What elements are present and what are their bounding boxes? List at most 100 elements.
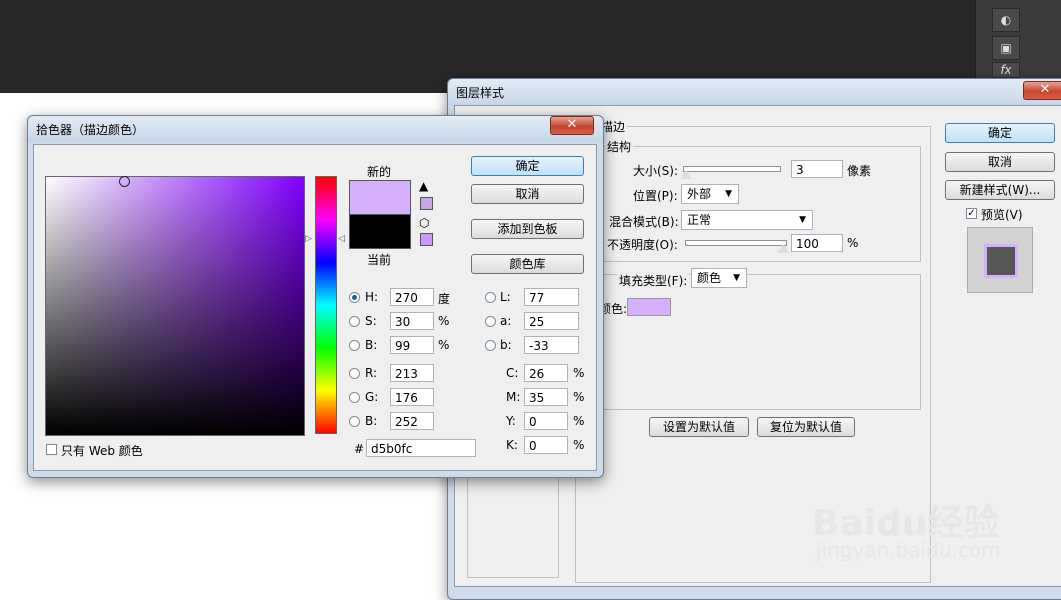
hex-label: # (354, 442, 365, 456)
fill-type-group (585, 274, 921, 410)
g-label: G: (365, 390, 379, 404)
preview-thumbnail (967, 227, 1033, 293)
h-radio[interactable] (349, 292, 360, 303)
s-label: S: (365, 314, 377, 328)
h-label: H: (365, 290, 379, 304)
hex-input[interactable]: d5b0fc (366, 439, 476, 457)
saturation-brightness-field[interactable] (45, 176, 305, 436)
lab-b-radio[interactable] (485, 340, 496, 351)
m-unit: % (573, 390, 585, 404)
fx-icon[interactable]: fx (992, 62, 1020, 78)
a-radio[interactable] (485, 316, 496, 327)
c-input[interactable]: 26 (524, 364, 568, 382)
color-picker-close-button[interactable]: ✕ (550, 116, 594, 135)
new-color-label: 新的 (367, 165, 392, 179)
lab-b-input[interactable]: -33 (524, 336, 579, 354)
new-color-swatch (349, 180, 411, 215)
h-input[interactable]: 270 (390, 288, 434, 306)
brightness-input[interactable]: 99 (390, 336, 434, 354)
c-unit: % (573, 366, 585, 380)
blue-radio[interactable] (349, 416, 360, 427)
blend-mode-select[interactable]: 正常 ▼ (681, 210, 813, 230)
s-unit: % (438, 314, 450, 328)
layer-style-ok-button[interactable]: 确定 (945, 123, 1055, 143)
size-unit: 像素 (847, 164, 872, 178)
picker-ok-button[interactable]: 确定 (471, 156, 584, 176)
r-label: R: (365, 366, 378, 380)
fill-type-select[interactable]: 颜色 ▼ (691, 268, 747, 288)
r-input[interactable]: 213 (390, 364, 434, 382)
chevron-down-icon: ▼ (799, 215, 806, 225)
y-input[interactable]: 0 (524, 412, 568, 430)
preview-label: 预览(V) (981, 208, 1023, 222)
baidu-watermark-url: jingyan.baidu.com (816, 538, 1001, 562)
s-radio[interactable] (349, 316, 360, 327)
position-select[interactable]: 外部 ▼ (681, 184, 739, 204)
color-picker-title: 拾色器（描边颜色） (36, 123, 145, 137)
lab-b-label: b: (500, 338, 512, 352)
position-value: 外部 (687, 187, 712, 201)
color-libraries-button[interactable]: 颜色库 (471, 254, 584, 274)
blue-input[interactable]: 252 (390, 412, 434, 430)
opacity-unit: % (847, 236, 859, 250)
adjustment-icon[interactable]: ◐ (992, 8, 1020, 32)
web-safe-swatch[interactable] (420, 233, 433, 246)
chevron-down-icon: ▼ (733, 273, 740, 283)
r-radio[interactable] (349, 368, 360, 379)
blend-mode-value: 正常 (687, 213, 712, 227)
s-input[interactable]: 30 (390, 312, 434, 330)
layer-style-close-button[interactable]: ✕ (1023, 81, 1061, 100)
g-radio[interactable] (349, 392, 360, 403)
gamut-swatch[interactable] (420, 197, 433, 210)
size-input[interactable]: 3 (791, 160, 843, 178)
preview-checkbox[interactable]: ✓ (966, 208, 977, 219)
layer-style-cancel-button[interactable]: 取消 (945, 152, 1055, 172)
brightness-unit: % (438, 338, 450, 352)
new-style-button[interactable]: 新建样式(W)... (945, 180, 1055, 200)
c-label: C: (506, 366, 519, 380)
current-color-label: 当前 (367, 253, 392, 267)
k-input[interactable]: 0 (524, 436, 568, 454)
web-cube-icon[interactable]: ⬡ (419, 216, 429, 230)
size-slider-thumb[interactable] (680, 170, 692, 179)
m-input[interactable]: 35 (524, 388, 568, 406)
web-only-checkbox[interactable] (46, 444, 57, 455)
stroke-color-swatch[interactable] (627, 298, 671, 316)
g-input[interactable]: 176 (390, 388, 434, 406)
brightness-label: B: (365, 338, 378, 352)
fill-type-value: 颜色 (697, 271, 722, 285)
picker-cancel-button[interactable]: 取消 (471, 184, 584, 204)
a-input[interactable]: 25 (524, 312, 579, 330)
brightness-radio[interactable] (349, 340, 360, 351)
blue-label: B: (365, 414, 378, 428)
h-unit: 度 (438, 292, 451, 306)
y-unit: % (573, 414, 585, 428)
color-picker-body: ▷ ◁ 新的 当前 ▲ ⬡ 确定 取消 添加到色板 颜色库 H: 270 度 S… (33, 144, 597, 471)
l-label: L: (500, 290, 511, 304)
l-radio[interactable] (485, 292, 496, 303)
position-label: 位置(P): (633, 189, 678, 203)
opacity-slider[interactable] (685, 240, 787, 246)
hue-slider-left-arrow-icon[interactable]: ▷ (305, 234, 312, 244)
set-default-button[interactable]: 设置为默认值 (649, 417, 749, 437)
l-input[interactable]: 77 (524, 288, 579, 306)
hue-slider-right-arrow-icon[interactable]: ◁ (338, 234, 345, 244)
k-label: K: (506, 438, 518, 452)
gamut-warning-icon[interactable]: ▲ (419, 179, 428, 193)
hue-slider[interactable] (315, 176, 337, 434)
mask-icon[interactable]: ▣ (992, 36, 1020, 60)
y-label: Y: (506, 414, 516, 428)
structure-title: 结构 (605, 138, 634, 155)
layers-panel-strip: ◐ ▣ fx (975, 0, 1061, 80)
opacity-input[interactable]: 100 (791, 234, 843, 252)
opacity-slider-thumb[interactable] (777, 244, 789, 253)
current-color-swatch[interactable] (349, 214, 411, 249)
web-only-label: 只有 Web 颜色 (61, 444, 143, 458)
reset-default-button[interactable]: 复位为默认值 (757, 417, 855, 437)
add-to-swatches-button[interactable]: 添加到色板 (471, 219, 584, 239)
k-unit: % (573, 438, 585, 452)
size-slider[interactable] (683, 166, 781, 172)
color-field-cursor[interactable] (119, 176, 130, 187)
chevron-down-icon: ▼ (725, 189, 732, 199)
layer-style-title: 图层样式 (456, 86, 505, 100)
